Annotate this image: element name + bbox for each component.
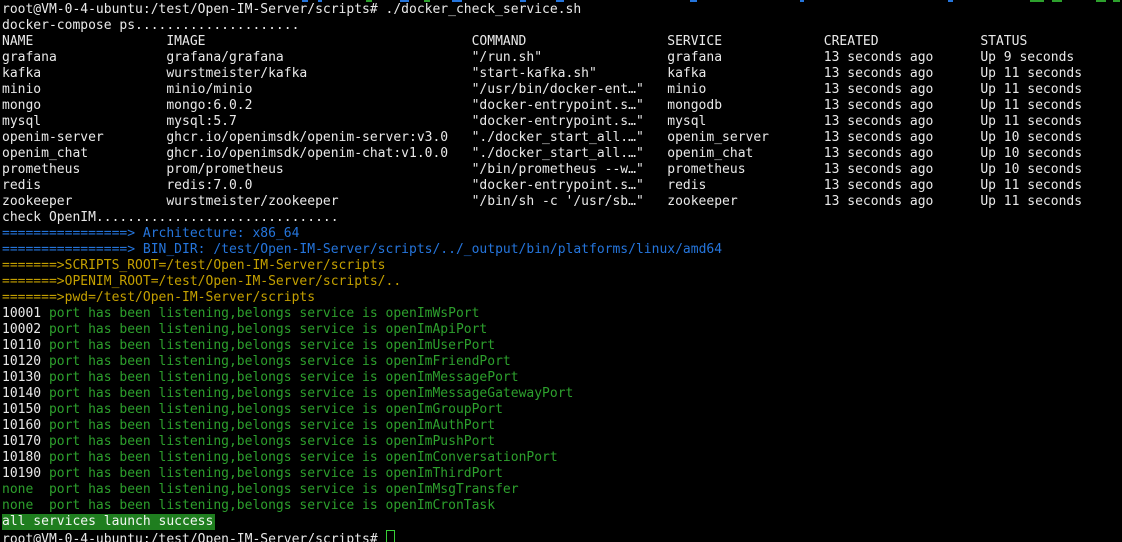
- port-number: 10170: [2, 434, 41, 450]
- port-number: 10140: [2, 386, 41, 402]
- service-name: openImApiPort: [386, 322, 488, 337]
- prompt-line: root@VM-0-4-ubuntu:/test/Open-IM-Server/…: [2, 530, 1122, 542]
- service-name: openImMessageGatewayPort: [386, 386, 574, 401]
- col-header-image: IMAGE: [166, 34, 471, 50]
- terminal-screen[interactable]: root@VM-0-4-ubuntu:/test/Open-IM-Server/…: [0, 0, 1122, 542]
- port-status-line: 10001 port has been listening,belongs se…: [2, 306, 1122, 322]
- port-number: 10180: [2, 450, 41, 466]
- port-number: 10002: [2, 322, 41, 338]
- prompt-text: root@VM-0-4-ubuntu:/test/Open-IM-Server/…: [2, 2, 378, 17]
- port-number: 10190: [2, 466, 41, 482]
- table-row: zookeeperwurstmeister/zookeeper"/bin/sh …: [2, 194, 1122, 210]
- check-openim-line: check OpenIM............................…: [2, 210, 1122, 226]
- service-name: openImThirdPort: [386, 466, 503, 481]
- compose-status-line: docker-compose ps.....................: [2, 18, 1122, 34]
- prompt-text: root@VM-0-4-ubuntu:/test/Open-IM-Server/…: [2, 532, 378, 542]
- table-row: openim_chatghcr.io/openimsdk/openim-chat…: [2, 146, 1122, 162]
- service-name: openImGroupPort: [386, 402, 503, 417]
- col-header-name: NAME: [2, 34, 166, 50]
- col-header-created: CREATED: [824, 34, 981, 50]
- port-status-line: 10140 port has been listening,belongs se…: [2, 386, 1122, 402]
- table-row: prometheusprom/prometheus"/bin/prometheu…: [2, 162, 1122, 178]
- command-line: root@VM-0-4-ubuntu:/test/Open-IM-Server/…: [2, 2, 1122, 18]
- table-row: mysqlmysql:5.7"docker-entrypoint.s…"mysq…: [2, 114, 1122, 130]
- table-row: openim-serverghcr.io/openimsdk/openim-se…: [2, 130, 1122, 146]
- port-status-line: 10190 port has been listening,belongs se…: [2, 466, 1122, 482]
- clipped-previous-line: [0, 0, 1122, 3]
- port-status-line: 10180 port has been listening,belongs se…: [2, 450, 1122, 466]
- service-name: openImMsgTransfer: [386, 482, 519, 497]
- port-number: 10130: [2, 370, 41, 386]
- success-banner: all services launch success: [2, 514, 215, 530]
- port-status-line: 10110 port has been listening,belongs se…: [2, 338, 1122, 354]
- table-row: redisredis:7.0.0"docker-entrypoint.s…"re…: [2, 178, 1122, 194]
- service-name: openImCronTask: [386, 498, 496, 513]
- service-name: openImPushPort: [386, 434, 496, 449]
- port-status-line: 10170 port has been listening,belongs se…: [2, 434, 1122, 450]
- service-name: openImWsPort: [386, 306, 480, 321]
- success-banner-line: all services launch success: [2, 514, 1122, 530]
- bindir-line: ================> BIN_DIR: /test/Open-IM…: [2, 242, 1122, 258]
- typed-command: ./docker_check_service.sh: [386, 2, 582, 17]
- table-header: NAMEIMAGECOMMANDSERVICECREATEDSTATUS: [2, 34, 1122, 50]
- architecture-line: ================> Architecture: x86_64: [2, 226, 1122, 242]
- port-number: none: [2, 498, 41, 514]
- pwd-line: =======>pwd=/test/Open-IM-Server/scripts: [2, 290, 1122, 306]
- service-name: openImAuthPort: [386, 418, 496, 433]
- service-name: openImConversationPort: [386, 450, 558, 465]
- port-number: 10110: [2, 338, 41, 354]
- port-number: 10160: [2, 418, 41, 434]
- port-status-line: none port has been listening,belongs ser…: [2, 498, 1122, 514]
- port-number: 10150: [2, 402, 41, 418]
- service-name: openImMessagePort: [386, 370, 519, 385]
- service-name: openImFriendPort: [386, 354, 511, 369]
- service-name: openImUserPort: [386, 338, 496, 353]
- port-status-line: 10120 port has been listening,belongs se…: [2, 354, 1122, 370]
- table-row: mongomongo:6.0.2"docker-entrypoint.s…"mo…: [2, 98, 1122, 114]
- openim-root-line: =======>OPENIM_ROOT=/test/Open-IM-Server…: [2, 274, 1122, 290]
- port-number: none: [2, 482, 41, 498]
- col-header-status: STATUS: [980, 34, 1027, 50]
- port-status-line: none port has been listening,belongs ser…: [2, 482, 1122, 498]
- col-header-command: COMMAND: [472, 34, 668, 50]
- scripts-root-line: =======>SCRIPTS_ROOT=/test/Open-IM-Serve…: [2, 258, 1122, 274]
- table-row: kafkawurstmeister/kafka"start-kafka.sh"k…: [2, 66, 1122, 82]
- port-status-line: 10150 port has been listening,belongs se…: [2, 402, 1122, 418]
- port-status-line: 10130 port has been listening,belongs se…: [2, 370, 1122, 386]
- table-row: grafanagrafana/grafana"/run.sh"grafana13…: [2, 50, 1122, 66]
- port-number: 10120: [2, 354, 41, 370]
- port-status-line: 10002 port has been listening,belongs se…: [2, 322, 1122, 338]
- terminal-cursor[interactable]: [386, 530, 395, 542]
- col-header-service: SERVICE: [667, 34, 824, 50]
- port-status-line: 10160 port has been listening,belongs se…: [2, 418, 1122, 434]
- port-number: 10001: [2, 306, 41, 322]
- table-row: miniominio/minio"/usr/bin/docker-ent…"mi…: [2, 82, 1122, 98]
